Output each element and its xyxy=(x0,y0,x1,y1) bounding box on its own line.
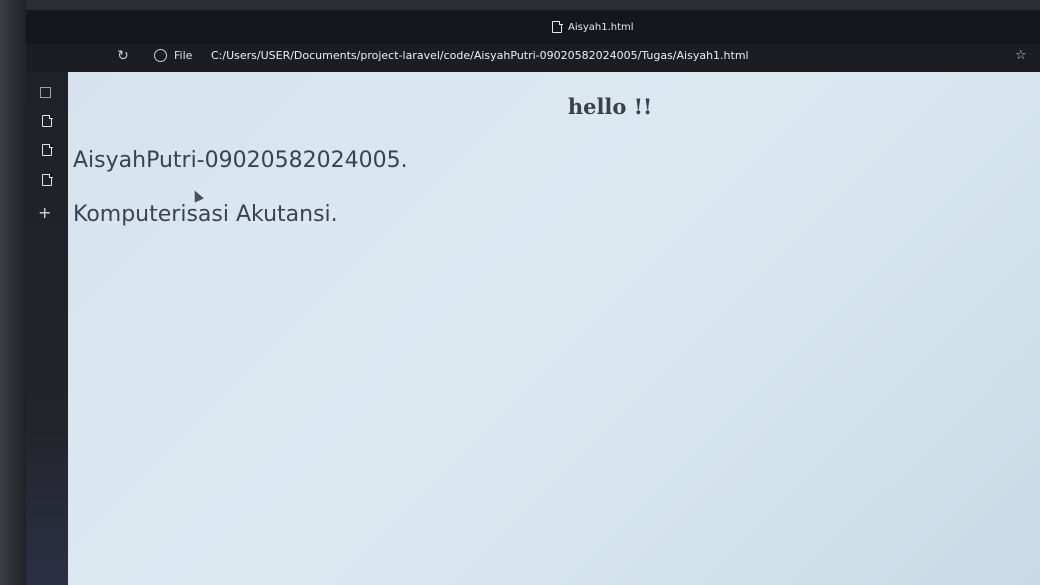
document-icon xyxy=(42,114,53,127)
screen-bezel-left xyxy=(0,0,26,585)
page-heading: hello !! xyxy=(567,94,653,119)
student-id-text: AisyahPutri-09020582024005. xyxy=(73,148,408,173)
course-text: Komputerisasi Akutansi. xyxy=(73,202,338,227)
document-icon xyxy=(42,143,53,156)
scheme-label: File xyxy=(174,49,193,62)
info-icon[interactable] xyxy=(154,49,167,62)
document-icon xyxy=(552,20,563,33)
screen-bezel-top xyxy=(0,0,1040,10)
tabs-icon[interactable] xyxy=(40,87,51,98)
browser-titlebar xyxy=(26,10,1040,44)
active-tab[interactable]: Aisyah1.html xyxy=(552,18,634,36)
address-bar[interactable]: C:/Users/USER/Documents/project-laravel/… xyxy=(211,48,749,64)
document-icon xyxy=(42,173,53,186)
sidebar-tab-document-icon[interactable] xyxy=(42,173,53,186)
star-icon[interactable]: ☆ xyxy=(1015,48,1027,64)
tab-title: Aisyah1.html xyxy=(568,21,634,33)
reload-icon[interactable]: ↻ xyxy=(115,48,131,64)
sidebar-tab-document-icon[interactable] xyxy=(42,114,53,127)
plus-icon[interactable]: + xyxy=(38,205,51,221)
sidebar-tab-document-icon[interactable] xyxy=(42,143,53,156)
